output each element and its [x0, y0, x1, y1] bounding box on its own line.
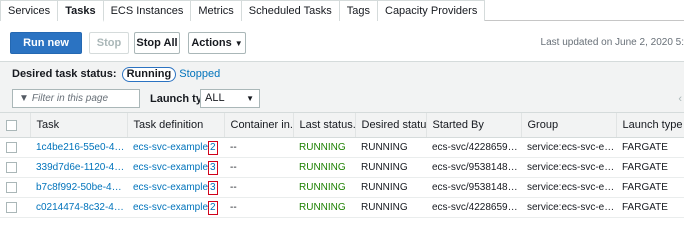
- desired-status-cell: RUNNING: [355, 157, 426, 178]
- container-instance-cell: --: [224, 197, 293, 218]
- started-by-cell: ecs-svc/4228659974...: [426, 197, 521, 218]
- caret-down-icon: ▼: [234, 39, 243, 48]
- column-header-launch-type[interactable]: Launch type: [615, 112, 684, 138]
- task-definition-link[interactable]: ecs-svc-example: [133, 142, 208, 153]
- column-header-started-by[interactable]: Started By: [425, 112, 521, 138]
- task-definition-cell: ecs-svc-example 2: [127, 197, 224, 218]
- tasks-table: Task Task definition Container in... Las…: [0, 112, 684, 218]
- task-definition-link[interactable]: ecs-svc-example: [133, 202, 208, 213]
- group-cell: service:ecs-svc-exam...: [521, 157, 616, 178]
- actions-button[interactable]: Actions ▼: [188, 32, 246, 54]
- table-row: 1c4be216-55e0-48fc... ecs-svc-example 2 -…: [0, 137, 684, 158]
- tab-services[interactable]: Services: [0, 0, 59, 21]
- column-header-group[interactable]: Group: [520, 112, 616, 138]
- task-id-link[interactable]: 339d7d6e-1120-452...: [30, 157, 127, 178]
- row-checkbox[interactable]: [6, 141, 17, 153]
- status-running-toggle[interactable]: Running: [121, 67, 177, 82]
- launch-type-cell: FARGATE: [616, 177, 684, 198]
- desired-status-filter: Desired task status: Running Stopped: [12, 67, 220, 82]
- row-select-cell: [0, 197, 30, 218]
- tab-ecs-instances[interactable]: ECS Instances: [103, 0, 192, 21]
- row-select-cell: [0, 137, 30, 158]
- group-cell: service:ecs-svc-exam...: [521, 177, 616, 198]
- container-instance-cell: --: [224, 137, 293, 158]
- tab-bar: Services Tasks ECS Instances Metrics Sch…: [0, 0, 684, 22]
- started-by-cell: ecs-svc/4228659974...: [426, 137, 521, 158]
- last-status-cell: RUNNING: [293, 177, 355, 198]
- launch-type-cell: FARGATE: [616, 137, 684, 158]
- toolbar: Run new Task Stop Stop All Actions▼ Last…: [0, 32, 684, 69]
- revision-highlight[interactable]: 2: [208, 200, 218, 215]
- tab-capacity-providers[interactable]: Capacity Providers: [378, 0, 486, 21]
- started-by-cell: ecs-svc/9538148922...: [426, 177, 521, 198]
- task-id-link[interactable]: b7c8f992-50be-4484...: [30, 177, 127, 198]
- container-instance-cell: --: [224, 157, 293, 178]
- column-header-last-status[interactable]: Last status...: [292, 112, 355, 138]
- column-header-container-instance[interactable]: Container in...: [223, 112, 293, 138]
- row-select-cell: [0, 177, 30, 198]
- select-all-cell: [0, 112, 30, 138]
- column-header-desired-status[interactable]: Desired statu...: [354, 112, 426, 138]
- row-select-cell: [0, 157, 30, 178]
- table-row: c0214474-8c32-4c1... ecs-svc-example 2 --…: [0, 197, 684, 218]
- row-checkbox[interactable]: [6, 181, 17, 193]
- select-all-checkbox[interactable]: [6, 119, 17, 131]
- tasks-panel: Desired task status: Running Stopped ▼ Fi…: [0, 61, 684, 218]
- task-definition-cell: ecs-svc-example 2: [127, 137, 224, 158]
- run-new-task-button[interactable]: Run new Task: [10, 32, 82, 69]
- table-row: 339d7d6e-1120-452... ecs-svc-example 3 --…: [0, 157, 684, 178]
- task-definition-link[interactable]: ecs-svc-example: [133, 162, 208, 173]
- started-by-cell: ecs-svc/9538148922...: [426, 157, 521, 178]
- stop-button[interactable]: Stop: [89, 32, 129, 54]
- table-row: b7c8f992-50be-4484... ecs-svc-example 3 -…: [0, 177, 684, 198]
- last-status-cell: RUNNING: [293, 137, 355, 158]
- group-cell: service:ecs-svc-exam...: [521, 197, 616, 218]
- column-header-task-definition[interactable]: Task definition: [126, 112, 224, 138]
- column-header-task[interactable]: Task: [29, 112, 127, 138]
- last-updated-text: Last updated on June 2, 2020 5:: [540, 37, 684, 48]
- desired-status-cell: RUNNING: [355, 177, 426, 198]
- last-status-cell: RUNNING: [293, 157, 355, 178]
- table-header-row: Task Task definition Container in... Las…: [0, 112, 684, 138]
- filter-icon: ▼: [19, 93, 29, 104]
- caret-down-icon: ▼: [246, 94, 254, 103]
- launch-type-select[interactable]: ALL ▼: [200, 89, 260, 108]
- desired-status-label: Desired task status:: [12, 68, 117, 80]
- filter-placeholder: Filter in this page: [31, 93, 109, 104]
- task-id-link[interactable]: c0214474-8c32-4c1...: [30, 197, 127, 218]
- launch-type-cell: FARGATE: [616, 157, 684, 178]
- tab-tasks[interactable]: Tasks: [58, 0, 104, 22]
- row-checkbox[interactable]: [6, 161, 17, 173]
- stop-all-button[interactable]: Stop All: [134, 32, 180, 54]
- tab-tags[interactable]: Tags: [339, 0, 378, 21]
- task-definition-cell: ecs-svc-example 3: [127, 177, 224, 198]
- revision-highlight[interactable]: 2: [208, 140, 218, 155]
- task-definition-link[interactable]: ecs-svc-example: [133, 182, 208, 193]
- container-instance-cell: --: [224, 177, 293, 198]
- desired-status-cell: RUNNING: [355, 137, 426, 158]
- group-cell: service:ecs-svc-exam...: [521, 137, 616, 158]
- filter-input[interactable]: ▼ Filter in this page: [12, 89, 140, 108]
- status-stopped-link[interactable]: Stopped: [179, 68, 220, 80]
- tab-metrics[interactable]: Metrics: [191, 0, 242, 21]
- revision-highlight[interactable]: 3: [208, 180, 218, 195]
- task-id-link[interactable]: 1c4be216-55e0-48fc...: [30, 137, 127, 158]
- desired-status-cell: RUNNING: [355, 197, 426, 218]
- revision-highlight[interactable]: 3: [208, 160, 218, 175]
- last-status-cell: RUNNING: [293, 197, 355, 218]
- task-definition-cell: ecs-svc-example 3: [127, 157, 224, 178]
- row-checkbox[interactable]: [6, 201, 17, 213]
- tab-scheduled-tasks[interactable]: Scheduled Tasks: [241, 0, 340, 21]
- launch-type-value: ALL: [205, 92, 225, 104]
- chevron-left-icon[interactable]: ‹: [678, 93, 682, 105]
- actions-label: Actions: [191, 37, 232, 49]
- launch-type-cell: FARGATE: [616, 197, 684, 218]
